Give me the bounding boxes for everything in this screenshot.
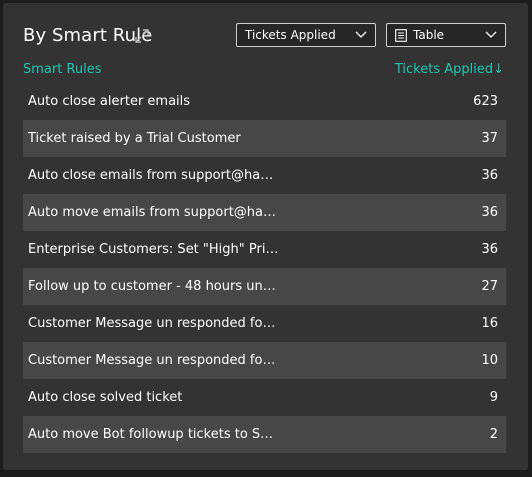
tickets-applied-count: 2 <box>489 427 498 442</box>
smart-rule-widget: By Smart Rule Tickets Applied Table Smar… <box>3 3 528 470</box>
tickets-applied-count: 37 <box>481 131 498 146</box>
rule-name: Enterprise Customers: Set "High" Pri… <box>28 242 279 257</box>
rules-table: Auto close alerter emails 623 Ticket rai… <box>23 83 506 453</box>
table-row[interactable]: Enterprise Customers: Set "High" Pri… 36 <box>23 231 506 268</box>
table-row[interactable]: Follow up to customer - 48 hours un… 27 <box>23 268 506 305</box>
tickets-applied-count: 36 <box>481 205 498 220</box>
tickets-applied-count: 36 <box>481 242 498 257</box>
metric-dropdown-value: Tickets Applied <box>245 28 336 42</box>
tickets-applied-count: 623 <box>473 94 498 109</box>
table-row[interactable]: Auto close emails from support@ha… 36 <box>23 157 506 194</box>
rule-name: Auto move Bot followup tickets to S… <box>28 427 274 442</box>
rule-name: Follow up to customer - 48 hours un… <box>28 279 276 294</box>
table-icon <box>395 29 407 42</box>
widget-title: By Smart Rule <box>23 25 153 46</box>
tickets-applied-count: 36 <box>481 168 498 183</box>
view-type-dropdown[interactable]: Table <box>386 23 506 47</box>
rule-name: Auto close solved ticket <box>28 390 183 405</box>
expand-arrows-icon[interactable] <box>135 29 149 43</box>
table-row[interactable]: Customer Message un responded fo… 10 <box>23 342 506 379</box>
column-header-smart-rules: Smart Rules <box>23 62 102 77</box>
rule-name: Auto close emails from support@ha… <box>28 168 274 183</box>
tickets-applied-count: 16 <box>481 316 498 331</box>
view-type-dropdown-value: Table <box>413 28 445 42</box>
table-row[interactable]: Auto close alerter emails 623 <box>23 83 506 120</box>
rule-name: Auto close alerter emails <box>28 94 191 109</box>
table-row[interactable]: Auto move emails from support@ha… 36 <box>23 194 506 231</box>
rule-name: Customer Message un responded fo… <box>28 353 276 368</box>
column-header-tickets-applied[interactable]: Tickets Applied↓ <box>395 62 504 77</box>
tickets-applied-count: 10 <box>481 353 498 368</box>
chevron-down-icon <box>485 31 497 38</box>
rule-name: Auto move emails from support@ha… <box>28 205 277 220</box>
table-row[interactable]: Auto move Bot followup tickets to S… 2 <box>23 416 506 453</box>
rule-name: Customer Message un responded fo… <box>28 316 276 331</box>
tickets-applied-count: 27 <box>481 279 498 294</box>
metric-dropdown[interactable]: Tickets Applied <box>236 23 376 47</box>
table-row[interactable]: Auto close solved ticket 9 <box>23 379 506 416</box>
chevron-down-icon <box>355 31 367 38</box>
table-row[interactable]: Ticket raised by a Trial Customer 37 <box>23 120 506 157</box>
rule-name: Ticket raised by a Trial Customer <box>28 131 241 146</box>
table-row[interactable]: Customer Message un responded fo… 16 <box>23 305 506 342</box>
tickets-applied-count: 9 <box>489 390 498 405</box>
